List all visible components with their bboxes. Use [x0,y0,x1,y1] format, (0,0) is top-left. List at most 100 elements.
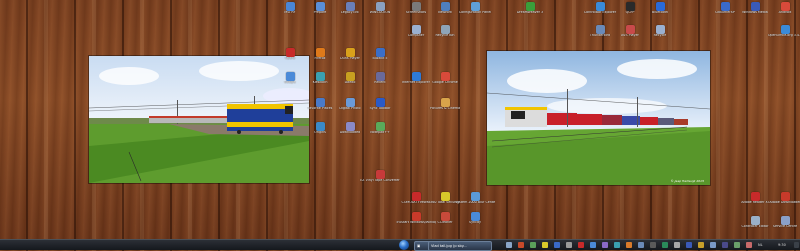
app-tray-icon[interactable] [602,242,608,248]
shortcut-label: OpenOffice.org 3.4.1 [767,34,800,37]
shortcut-app-icon [375,98,385,107]
shortcut-app-icon [375,48,385,57]
shortcut-app-icon [780,2,790,11]
shortcut-label: Syncdy [469,221,481,224]
start-button[interactable] [399,240,409,250]
shortcut-app-icon [285,72,295,81]
shortcut-app-icon [470,192,480,201]
app-tray-icon[interactable] [554,242,560,248]
shortcut-app-icon [375,2,385,11]
taskbar: ▣ Vlad tail.jpg (p sby... NL 9:30 [0,239,800,251]
app-tray-icon[interactable] [710,242,716,248]
desktop-shortcut-i39[interactable]: Opera [270,48,310,68]
shortcut-label: Pictures & Cinema [429,107,461,110]
shortcut-app-icon [470,2,480,11]
shortcut-label: Google Chrome [432,81,458,84]
language-indicator[interactable]: NL [758,240,763,250]
desktop-shortcut-i29[interactable]: System 2000 Blur Center [455,192,495,212]
shortcut-label: Service Centre [772,225,798,228]
wallpaper-photo-right: © Jaap Hartsuijk 2015 [486,50,711,186]
shortcut-label: Dreamweaver 3 [516,11,544,14]
shortcut-app-icon [440,192,450,201]
shortcut-app-icon [315,98,325,107]
shortcut-label: EZ Vinyl Tape Converter [360,179,400,182]
folder-icon: ▣ [417,244,421,248]
app-tray-icon[interactable] [614,242,620,248]
desktop-shortcut-i32[interactable]: Syncdy [455,212,495,232]
shortcut-label: Adobe Downloader [769,201,800,204]
shortcut-app-icon [440,2,450,11]
freight-train-photo [487,51,710,185]
app-tray-icon[interactable] [566,242,572,248]
desktop-shortcut-i48[interactable]: Service Centre [765,216,800,236]
app-tray-icon[interactable] [662,242,668,248]
app-tray-icon[interactable] [530,242,536,248]
shortcut-app-icon [750,2,760,11]
app-tray-icon[interactable] [650,242,656,248]
app-tray-icon[interactable] [686,242,692,248]
shortcut-app-icon [375,170,385,179]
shortcut-label: Configuration Panel [458,11,492,14]
shortcut-label: Bluetooth [651,11,668,14]
app-tray-icon[interactable] [590,242,596,248]
desktop-shortcut-i4[interactable]: WINSTATION [360,2,400,22]
shortcut-label: Notepad++ [370,131,390,134]
shortcut-app-icon [625,25,635,34]
shortcut-app-icon [375,122,385,131]
shortcut-app-icon [440,98,450,107]
show-desktop-button[interactable] [794,242,799,248]
app-tray-icon[interactable] [674,242,680,248]
shortcut-app-icon [625,2,635,11]
desktop-shortcut-i7[interactable]: Configuration Panel [455,2,495,22]
app-tray-icon[interactable] [578,242,584,248]
app-tray-icon[interactable] [698,242,704,248]
app-tray-icon[interactable] [518,242,524,248]
app-tray-icon[interactable] [746,242,752,248]
network-icon[interactable] [506,242,512,248]
app-tray-icon[interactable] [626,242,632,248]
shortcut-label: Recycle [653,34,667,37]
shortcut-label: Recent [374,81,386,84]
desktop-shortcut-i43[interactable]: Android [765,2,800,22]
shortcut-app-icon [440,25,450,34]
shortcut-app-icon [750,192,760,201]
desktop-shortcut-i16[interactable]: Recent [360,72,400,92]
desktop-shortcut-i21[interactable]: Sync Toolbar [360,98,400,118]
desktop-shortcut-i40[interactable]: Google [270,72,310,92]
desktop-shortcut-i26[interactable]: EZ Vinyl Tape Converter [360,170,400,190]
desktop-shortcut-i35[interactable]: Bluetooth [640,2,680,22]
shortcut-app-icon [315,72,325,81]
desktop-shortcut-i18[interactable]: Google Chrome [425,72,465,92]
shortcut-app-icon [655,2,665,11]
shortcut-app-icon [595,25,605,34]
shortcut-label: WINSTATION [369,11,391,14]
desktop-shortcut-i44[interactable]: OpenOffice.org 3.4.1 [765,25,800,45]
system-clock[interactable]: 9:30 [778,240,786,250]
app-tray-icon[interactable] [542,242,548,248]
shortcut-app-icon [411,212,421,221]
desktop-shortcut-i38[interactable]: Recycle [640,25,680,45]
desktop-shortcut-i22[interactable]: Pictures & Cinema [425,98,465,118]
desktop-shortcut-i13[interactable]: Buzzkit 5 [360,48,400,68]
shortcut-app-icon [440,212,450,221]
desktop-shortcut-i9[interactable]: Recycle Bin [425,25,465,45]
shortcut-app-icon [655,25,665,34]
shortcut-app-icon [440,72,450,81]
shortcut-label: Opera [284,57,296,60]
shortcut-app-icon [315,48,325,57]
desktop-shortcut-i10[interactable]: Dreamweaver 3 [510,2,550,22]
shortcut-label: Buzzkit 5 [372,57,388,60]
shortcut-app-icon [780,25,790,34]
app-tray-icon[interactable] [734,242,740,248]
shortcut-app-icon [411,2,421,11]
app-tray-icon[interactable] [722,242,728,248]
shortcut-app-icon [345,48,355,57]
desktop-shortcut-i25[interactable]: Notepad++ [360,122,400,142]
shortcut-label: System 2000 Blur Center [455,201,495,204]
shortcut-app-icon [375,72,385,81]
app-tray-icon[interactable] [638,242,644,248]
shortcut-app-icon [345,2,355,11]
shortcut-app-icon [750,216,760,225]
shortcut-label: Android [778,11,792,14]
desktop-shortcut-i46[interactable]: Adobe Downloader [765,192,800,212]
